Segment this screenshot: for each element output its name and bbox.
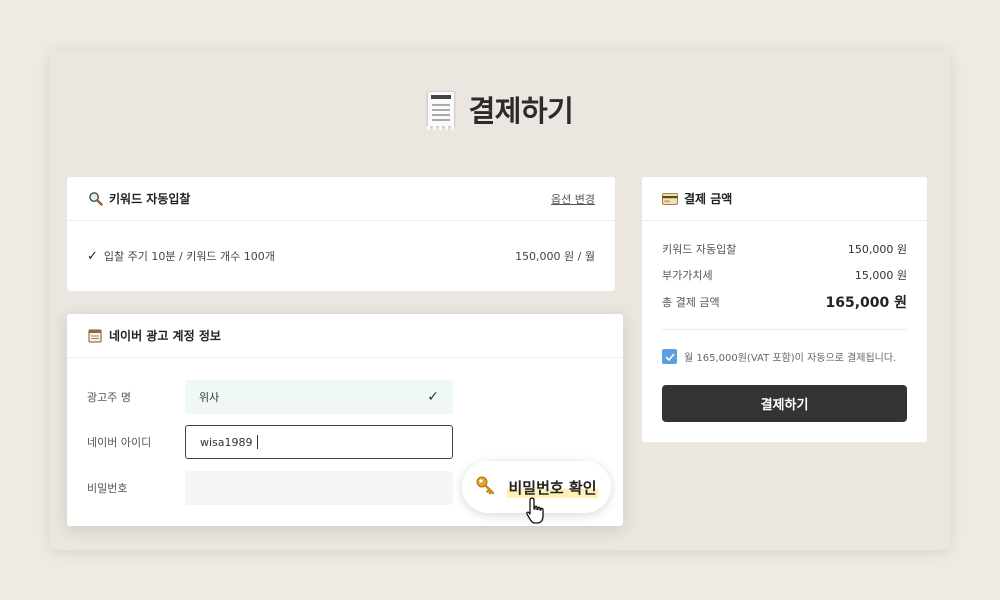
agreement-checkbox[interactable] xyxy=(662,349,677,364)
naver-id-input[interactable]: wisa1989 xyxy=(185,425,453,459)
amount-row-total: 총 결제 금액 165,000 원 xyxy=(662,292,907,312)
total-label: 총 결제 금액 xyxy=(662,296,720,309)
amount-row-vat: 부가가치세 15,000 원 xyxy=(662,267,907,283)
keyword-card-header: 키워드 자동입찰 옵션 변경 xyxy=(67,177,615,221)
naver-id-row: 네이버 아이디 wisa1989 xyxy=(87,425,607,459)
option-change-link[interactable]: 옵션 변경 xyxy=(551,191,595,207)
credit-card-icon xyxy=(662,192,678,205)
amount-row-keyword: 키워드 자동입찰 150,000 원 xyxy=(662,241,907,257)
account-card-title: 네이버 광고 계정 정보 xyxy=(109,329,221,343)
total-value: 165,000 원 xyxy=(825,295,907,311)
checkmark-icon xyxy=(664,352,675,361)
page-title: 결제하기 xyxy=(468,94,574,128)
amount-value: 15,000 원 xyxy=(854,269,907,282)
advertiser-name-label: 광고주 명 xyxy=(87,391,131,404)
payment-summary-card: 결제 금액 키워드 자동입찰 150,000 원 부가가치세 15,000 원 … xyxy=(642,177,927,442)
password-input[interactable] xyxy=(185,471,453,505)
receipt-icon xyxy=(426,91,455,130)
naver-id-value: wisa1989 xyxy=(200,435,253,449)
account-card-header: 네이버 광고 계정 정보 xyxy=(67,314,623,358)
keyword-product-card: 키워드 자동입찰 옵션 변경 ✓ 입찰 주기 10분 / 키워드 개수 100개… xyxy=(67,177,615,291)
amount-value: 150,000 원 xyxy=(847,243,907,256)
hand-pointer-icon xyxy=(526,497,544,524)
keyword-plan-row: ✓ 입찰 주기 10분 / 키워드 개수 100개 150,000 원 / 월 xyxy=(67,221,615,291)
advertiser-name-value: 위사 xyxy=(199,391,220,404)
magnifier-icon xyxy=(87,191,103,206)
check-icon: ✓ xyxy=(87,248,98,264)
amount-label: 키워드 자동입찰 xyxy=(662,243,737,256)
payment-card-header: 결제 금액 xyxy=(642,177,927,221)
keyword-card-title: 키워드 자동입찰 xyxy=(109,192,191,206)
password-verify-label: 비밀번호 확인 xyxy=(507,476,598,498)
auto-payment-agreement: 월 165,000원(VAT 포함)이 자동으로 결제됩니다. xyxy=(662,349,896,364)
page-header: 결제하기 xyxy=(0,88,1000,130)
text-caret xyxy=(256,435,258,449)
pay-button[interactable]: 결제하기 xyxy=(662,385,907,422)
agreement-text: 월 165,000원(VAT 포함)이 자동으로 결제됩니다. xyxy=(684,353,897,364)
key-icon xyxy=(475,475,497,499)
notepad-icon xyxy=(87,328,103,343)
advertiser-name-field[interactable]: 위사 ✓ xyxy=(185,380,453,414)
payment-card-title: 결제 금액 xyxy=(684,192,733,206)
keyword-plan-text: 입찰 주기 10분 / 키워드 개수 100개 xyxy=(103,250,275,263)
divider xyxy=(662,329,907,330)
naver-id-label: 네이버 아이디 xyxy=(87,436,152,449)
password-label: 비밀번호 xyxy=(87,482,128,495)
advertiser-name-row: 광고주 명 위사 ✓ xyxy=(87,380,607,414)
keyword-plan-price: 150,000 원 / 월 xyxy=(515,250,595,263)
amount-label: 부가가치세 xyxy=(662,269,713,282)
verified-check-icon: ✓ xyxy=(427,389,439,405)
